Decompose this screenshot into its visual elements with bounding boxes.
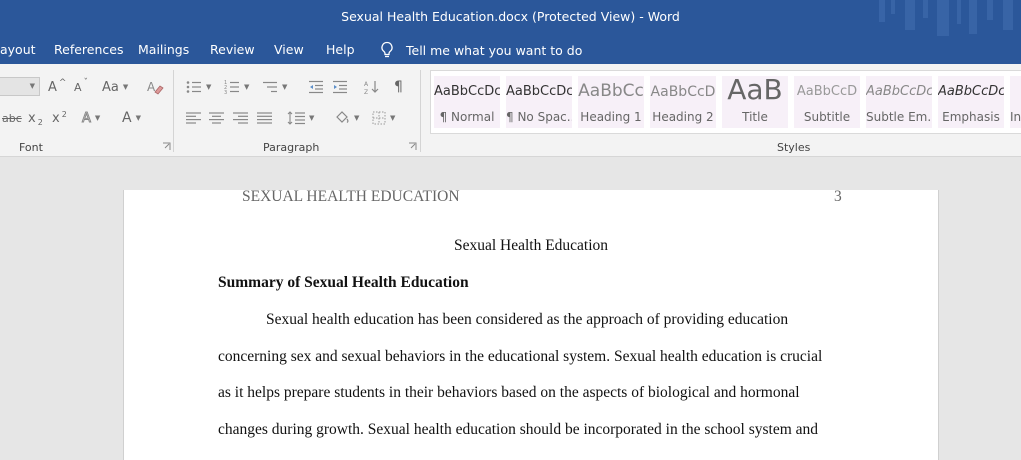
subscript-button[interactable]: x2 xyxy=(28,108,43,128)
align-right-icon xyxy=(233,112,248,124)
svg-text:Z: Z xyxy=(364,89,368,95)
svg-text:3: 3 xyxy=(224,90,227,94)
style-normal[interactable]: AaBbCcDc ¶ Normal xyxy=(434,76,500,128)
tell-me-search[interactable]: Tell me what you want to do xyxy=(380,40,582,60)
pilcrow-icon: ¶ xyxy=(394,79,403,95)
bullets-button[interactable]: ▼ xyxy=(186,77,211,97)
style-subtle-emphasis[interactable]: AaBbCcDc Subtle Em... xyxy=(866,76,932,128)
line-spacing-button[interactable]: ▼ xyxy=(287,108,314,128)
tab-view[interactable]: View xyxy=(274,42,304,57)
tab-review[interactable]: Review xyxy=(210,42,255,57)
strikethrough-button[interactable]: abc xyxy=(2,108,22,128)
style-heading-1[interactable]: AaBbCc Heading 1 xyxy=(578,76,644,128)
body-line: concerning sex and sexual behaviors in t… xyxy=(218,348,823,365)
ribbon-tabs: ayout References Mailings Review View He… xyxy=(0,36,1021,64)
align-center-button[interactable] xyxy=(209,108,224,128)
tab-mailings[interactable]: Mailings xyxy=(138,42,189,57)
paint-bucket-icon xyxy=(336,111,349,123)
font-dialog-launcher-icon[interactable] xyxy=(162,142,171,151)
ribbon: ▼ A^ Aˇ Aa▼ A abc x2 x2 A▼ A▼ Font ▼ xyxy=(0,64,1021,157)
title-bar: Sexual Health Education.docx (Protected … xyxy=(0,0,1021,36)
svg-text:A: A xyxy=(364,81,369,88)
grow-font-button[interactable]: A ^ xyxy=(48,77,66,97)
borders-button[interactable]: ▼ xyxy=(372,108,395,128)
paragraph-dialog-launcher-icon[interactable] xyxy=(408,142,417,151)
style-title[interactable]: AaB Title xyxy=(722,76,788,128)
body-line: as it helps prepare students in their be… xyxy=(218,384,800,401)
align-right-button[interactable] xyxy=(233,108,248,128)
increase-indent-button[interactable] xyxy=(332,77,348,97)
sort-button[interactable]: A Z xyxy=(364,77,380,97)
tell-me-label: Tell me what you want to do xyxy=(406,42,583,58)
paragraph-group-label: Paragraph xyxy=(263,141,320,154)
decrease-indent-button[interactable] xyxy=(308,77,324,97)
document-heading: Summary of Sexual Health Education xyxy=(218,274,469,291)
styles-group-label: Styles xyxy=(777,141,811,154)
show-formatting-marks-button[interactable]: ¶ xyxy=(394,77,403,97)
ribbon-separator xyxy=(173,70,174,152)
change-case-button[interactable]: Aa ▼ xyxy=(102,77,128,97)
justify-icon xyxy=(257,112,272,124)
styles-gallery: AaBbCcDc ¶ Normal AaBbCcDc ¶ No Spac... … xyxy=(430,70,1021,134)
decrease-indent-icon xyxy=(309,80,323,94)
sort-icon: A Z xyxy=(364,81,379,95)
window-title: Sexual Health Education.docx (Protected … xyxy=(341,9,680,24)
tab-references[interactable]: References xyxy=(54,42,123,57)
body-line: changes during growth. Sexual health edu… xyxy=(218,421,819,438)
eraser-icon: A xyxy=(147,80,164,95)
multilevel-list-icon xyxy=(263,81,277,93)
justify-button[interactable] xyxy=(257,108,272,128)
lightbulb-icon xyxy=(381,41,393,58)
style-heading-2[interactable]: AaBbCcD Heading 2 xyxy=(650,76,716,128)
style-no-spacing[interactable]: AaBbCcDc ¶ No Spac... xyxy=(506,76,572,128)
title-bar-decoration xyxy=(879,0,1013,36)
multilevel-list-button[interactable]: ▼ xyxy=(262,77,287,97)
bullets-icon xyxy=(186,81,201,93)
ribbon-separator xyxy=(420,70,421,152)
numbering-button[interactable]: 123 ▼ xyxy=(224,77,249,97)
font-group-label: Font xyxy=(19,141,43,154)
line-spacing-icon xyxy=(287,111,305,125)
shading-button[interactable]: ▼ xyxy=(334,108,359,128)
borders-icon xyxy=(372,111,386,125)
body-line: Sexual health education has been conside… xyxy=(266,311,789,328)
font-size-dropdown[interactable]: ▼ xyxy=(0,77,40,96)
numbering-icon: 123 xyxy=(224,80,239,94)
clear-formatting-button[interactable]: A xyxy=(146,77,164,97)
align-center-icon xyxy=(209,112,224,124)
text-effects-button[interactable]: A ▼ xyxy=(82,108,101,128)
shrink-font-button[interactable]: Aˇ xyxy=(74,77,88,97)
document-title: Sexual Health Education xyxy=(453,237,609,254)
style-intense-emphasis[interactable]: In xyxy=(1010,76,1021,128)
increase-indent-icon xyxy=(333,80,347,94)
font-color-button[interactable]: A ▼ xyxy=(122,108,141,128)
style-subtitle[interactable]: AaBbCcD Subtitle xyxy=(794,76,860,128)
page-number: 3 xyxy=(834,188,842,205)
tab-help[interactable]: Help xyxy=(326,42,355,57)
align-left-button[interactable] xyxy=(186,108,201,128)
align-left-icon xyxy=(186,112,201,124)
document-page[interactable]: SEXUAL HEALTH EDUCATION 3 Sexual Health … xyxy=(123,188,939,460)
running-head: SEXUAL HEALTH EDUCATION xyxy=(242,188,460,205)
superscript-button[interactable]: x2 xyxy=(52,108,67,128)
document-workspace[interactable]: SEXUAL HEALTH EDUCATION 3 Sexual Health … xyxy=(0,157,1021,460)
tab-layout[interactable]: ayout xyxy=(0,42,36,57)
style-emphasis[interactable]: AaBbCcDc Emphasis xyxy=(938,76,1004,128)
